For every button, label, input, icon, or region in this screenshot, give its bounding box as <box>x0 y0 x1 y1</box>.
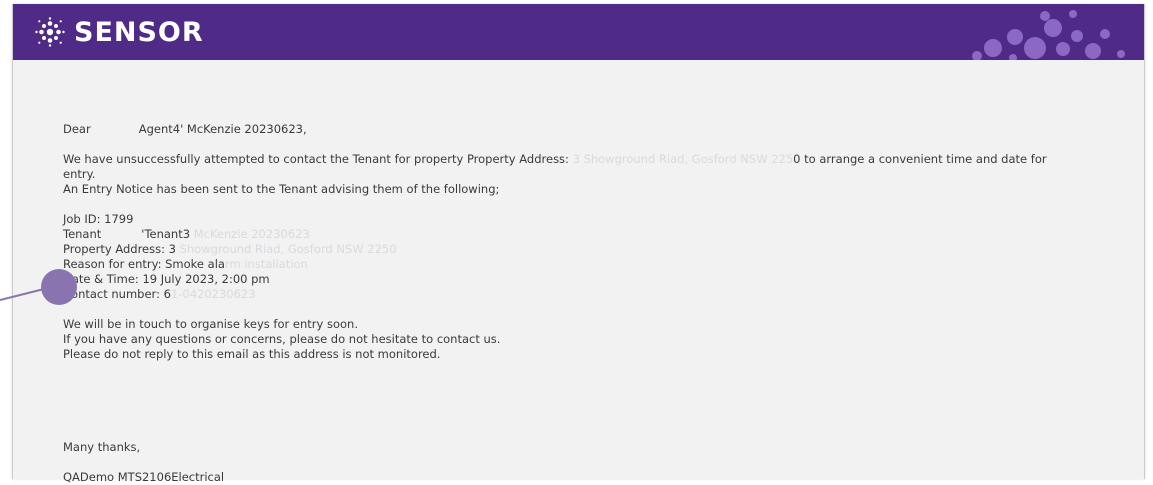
closing-line-2: If you have any questions or concerns, p… <box>63 332 501 346</box>
agent-name: Agent4' McKenzie 20230623, <box>138 122 307 136</box>
contact-number-line: Contact number: 61-0420230623 <box>63 287 256 301</box>
reason-line: Reason for entry: Smoke alarm installati… <box>63 257 308 271</box>
sensor-burst-icon <box>35 17 65 47</box>
brand-name: SENSOR <box>74 16 204 48</box>
job-details: Job ID: 1799 Tenant 'Tenant3 McKenzie 202… <box>63 212 1113 302</box>
sensor-logo: SENSOR <box>35 14 204 50</box>
property-address-line: Property Address: 3 Showground Riad, Gos… <box>63 242 397 256</box>
greeting-word: Dear <box>63 122 91 136</box>
closing-line-1: We will be in touch to organise keys for… <box>63 317 358 331</box>
decorative-dots-pattern <box>972 10 1125 60</box>
greeting-line: Dear Agent4' McKenzie 20230623, <box>63 122 1113 137</box>
contact-attempt-line: We have unsuccessfully attempted to cont… <box>63 152 1047 166</box>
annotation-pin-icon <box>0 269 77 305</box>
signature: QADemo MTS2106Electrical <box>63 470 225 484</box>
tenant-line: Tenant 'Tenant3 McKenzie 20230623 <box>63 227 310 241</box>
job-id: Job ID: 1799 <box>63 212 134 226</box>
datetime-line: Date & Time: 19 July 2023, 2:00 pm <box>63 272 270 286</box>
email-header-banner: SENSOR <box>13 4 1144 60</box>
contact-attempt-line-cont: entry. <box>63 167 96 181</box>
screenshot-frame: SENSOR Dear Agent4' McKenzie 20230623, W… <box>0 0 1153 484</box>
closing-line-3: Please do not reply to this email as thi… <box>63 347 441 361</box>
signoff: Many thanks, <box>63 440 141 454</box>
entry-notice-line: An Entry Notice has been sent to the Ten… <box>63 182 500 196</box>
email-message: Dear Agent4' McKenzie 20230623, We have u… <box>63 122 1113 485</box>
address-redacted: 3 Showground Riad, Gosford NSW 225 <box>568 152 794 166</box>
